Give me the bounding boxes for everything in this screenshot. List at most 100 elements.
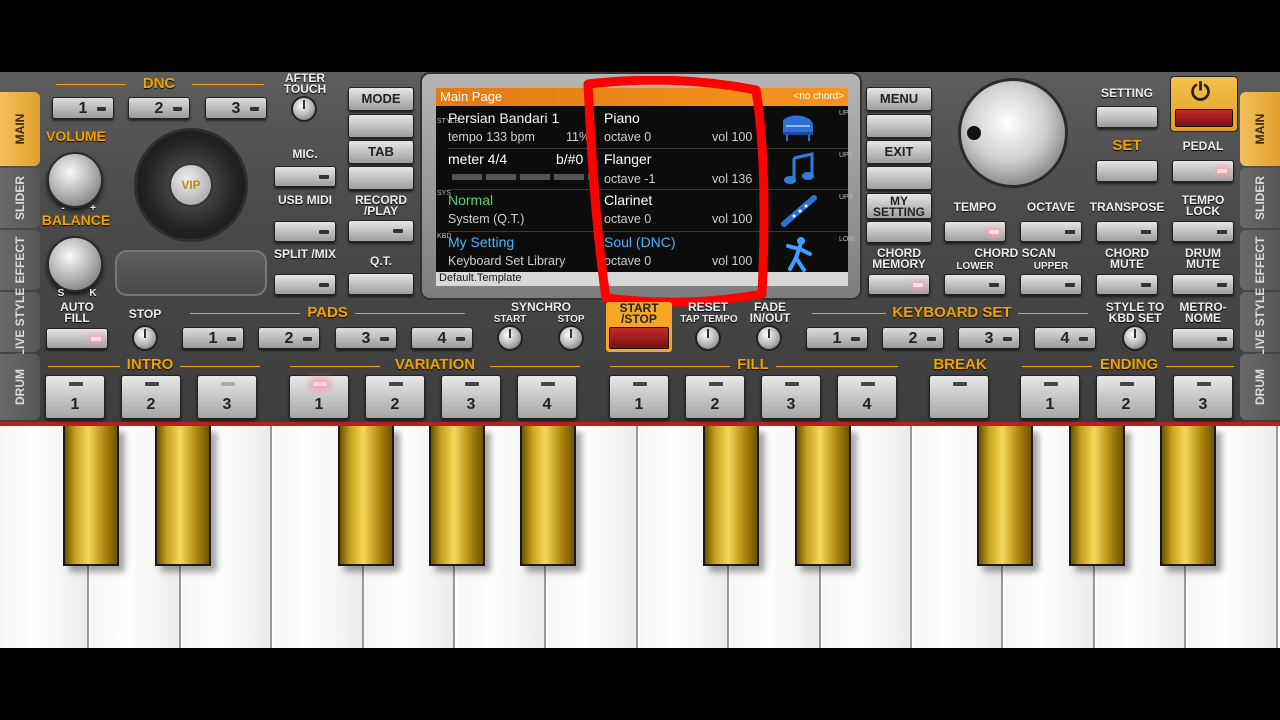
metronome-button[interactable]	[1172, 328, 1234, 349]
auto-fill-button[interactable]	[46, 328, 108, 349]
drum-mute-button[interactable]	[1172, 274, 1234, 295]
mode-button[interactable]: MODE	[348, 87, 414, 111]
keyboard-set-button-3[interactable]: 3	[958, 327, 1020, 349]
tab-main-left[interactable]: MAIN	[0, 92, 40, 166]
menu-action-button[interactable]	[866, 114, 932, 138]
synchro-start-knob[interactable]	[497, 325, 523, 351]
ending-button-3[interactable]: 3	[1173, 375, 1233, 419]
break-button[interactable]	[929, 375, 989, 419]
fill-button-2[interactable]: 2	[685, 375, 745, 419]
black-key[interactable]	[429, 426, 485, 566]
variation-button-3[interactable]: 3	[441, 375, 501, 419]
pedal-button[interactable]	[1172, 160, 1234, 182]
after-touch-knob[interactable]	[291, 96, 317, 122]
menu-button[interactable]: MENU	[866, 87, 932, 111]
fill-button-4[interactable]: 4	[837, 375, 897, 419]
chord-scan-label: CHORD SCAN	[974, 246, 1056, 260]
pad-button-3[interactable]: 3	[335, 327, 397, 349]
record-play-button[interactable]	[348, 220, 414, 242]
tab-drum-left[interactable]: DRUM	[0, 354, 40, 420]
tap-tempo-knob[interactable]	[695, 325, 721, 351]
tab-effect-left[interactable]: EFFECT	[0, 230, 40, 290]
tab-button[interactable]: TAB	[348, 140, 414, 164]
fade-knob[interactable]	[756, 325, 782, 351]
variation-button-1[interactable]: 1	[289, 375, 349, 419]
pad-button-4[interactable]: 4	[411, 327, 473, 349]
keyboard-set-button-2[interactable]: 2	[882, 327, 944, 349]
my-setting-action-button[interactable]	[866, 221, 932, 243]
chord-scan-upper-button[interactable]	[1020, 274, 1082, 295]
exit-button[interactable]: EXIT	[866, 140, 932, 164]
vip-disc[interactable]: VIP	[134, 128, 248, 242]
pad-button-1[interactable]: 1	[182, 327, 244, 349]
black-key[interactable]	[703, 426, 760, 566]
tempo-lock-button[interactable]	[1172, 221, 1234, 242]
music-note-icon[interactable]	[782, 152, 816, 186]
intro-button-2[interactable]: 2	[121, 375, 181, 419]
tab-action-button[interactable]	[348, 166, 414, 190]
pitch-pad[interactable]	[115, 250, 267, 296]
clarinet-icon[interactable]	[780, 194, 818, 228]
dnc-button-1[interactable]: 1	[52, 97, 114, 119]
black-key[interactable]	[794, 426, 851, 566]
qt-button[interactable]	[348, 273, 414, 295]
split-mix-button[interactable]	[274, 274, 336, 295]
variation-button-2[interactable]: 2	[365, 375, 425, 419]
mode-action-button[interactable]	[348, 114, 414, 138]
intro-button-3[interactable]: 3	[197, 375, 257, 419]
system-mode[interactable]: Normal	[448, 192, 493, 208]
power-icon[interactable]: ⏻	[1191, 79, 1210, 107]
pad-button-2[interactable]: 2	[258, 327, 320, 349]
transpose-button[interactable]	[1096, 221, 1158, 242]
black-key[interactable]	[1068, 426, 1125, 566]
dancer-icon[interactable]	[784, 236, 814, 272]
tab-live-style-left[interactable]: LIVE STYLE	[0, 288, 40, 356]
chord-memory-button[interactable]	[868, 274, 930, 295]
tab-live-style-right[interactable]: LIVE STYLE	[1240, 288, 1280, 356]
keyboard-set-button-1[interactable]: 1	[806, 327, 868, 349]
tab-main-right[interactable]: MAIN	[1240, 92, 1280, 166]
black-key[interactable]	[154, 426, 211, 566]
mic-button[interactable]	[274, 166, 336, 187]
keyboard-set-name[interactable]: My Setting	[448, 234, 514, 250]
ending-button-1[interactable]: 1	[1020, 375, 1080, 419]
synchro-stop-knob[interactable]	[558, 325, 584, 351]
exit-action-button[interactable]	[866, 166, 932, 190]
keyboard-set-sub: Keyboard Set Library	[448, 254, 566, 268]
black-key[interactable]	[63, 426, 120, 566]
tab-slider-left[interactable]: SLIDER	[0, 168, 40, 228]
black-key[interactable]	[977, 426, 1034, 566]
ending-button-2[interactable]: 2	[1096, 375, 1156, 419]
start-stop-button[interactable]	[609, 327, 669, 349]
style-to-kbd-knob[interactable]	[1122, 325, 1148, 351]
grand-piano-icon[interactable]	[780, 112, 816, 142]
variation-button-4[interactable]: 4	[517, 375, 577, 419]
octave-button[interactable]	[1020, 221, 1082, 242]
tab-drum-right[interactable]: DRUM	[1240, 354, 1280, 420]
fill-button-3[interactable]: 3	[761, 375, 821, 419]
dnc-button-2[interactable]: 2	[128, 97, 190, 119]
dnc-button-3[interactable]: 3	[205, 97, 267, 119]
intro-button-1[interactable]: 1	[45, 375, 105, 419]
keyboard-set-button-4[interactable]: 4	[1034, 327, 1096, 349]
chord-scan-lower-button[interactable]	[944, 274, 1006, 295]
stop-knob[interactable]	[132, 325, 158, 351]
set-button[interactable]	[1096, 160, 1158, 182]
style-name[interactable]: Persian Bandari 1	[448, 110, 559, 126]
black-key[interactable]	[520, 426, 577, 566]
balance-knob[interactable]	[47, 236, 103, 292]
my-setting-button[interactable]: MY SETTING	[866, 193, 932, 219]
power-button[interactable]	[1175, 109, 1233, 127]
chord-mute-button[interactable]	[1096, 274, 1158, 295]
volume-knob[interactable]	[47, 152, 103, 208]
fill-button-1[interactable]: 1	[609, 375, 669, 419]
setting-button[interactable]	[1096, 106, 1158, 128]
usb-midi-button[interactable]	[274, 221, 336, 242]
jog-dial[interactable]	[958, 78, 1068, 188]
tempo-button[interactable]	[944, 221, 1006, 242]
tab-effect-right[interactable]: EFFECT	[1240, 230, 1280, 290]
fill-divider-right	[776, 366, 898, 367]
black-key[interactable]	[337, 426, 394, 566]
black-key[interactable]	[1160, 426, 1217, 566]
tab-slider-right[interactable]: SLIDER	[1240, 168, 1280, 228]
